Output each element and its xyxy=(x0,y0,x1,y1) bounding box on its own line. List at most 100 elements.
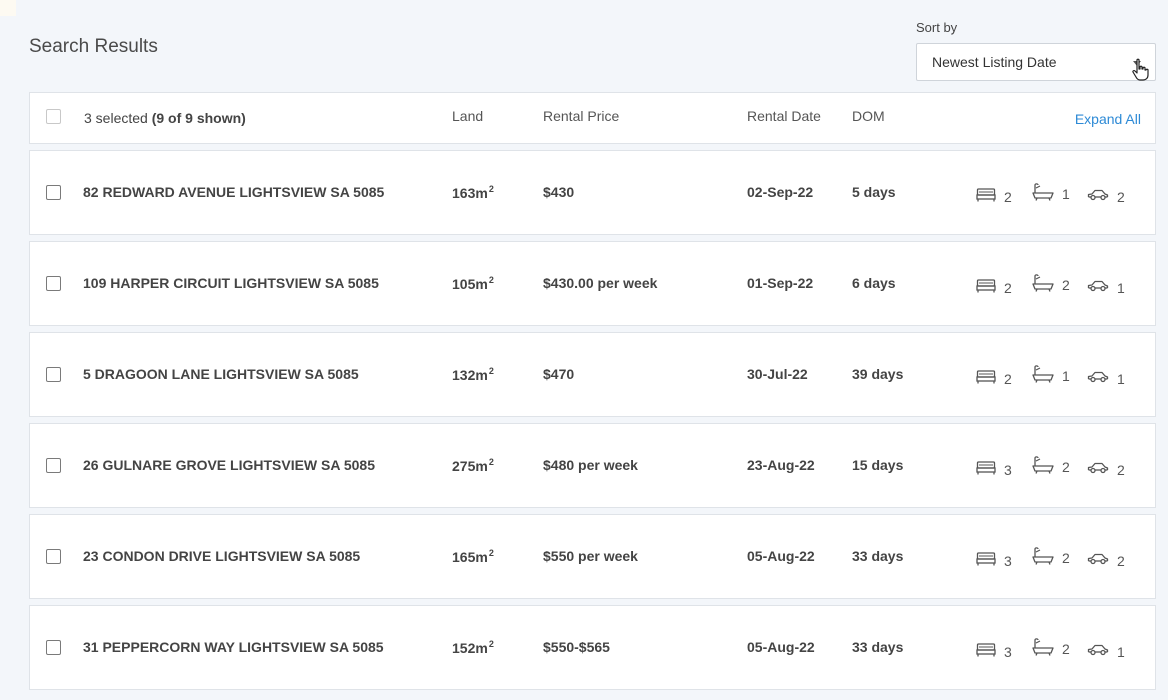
row-rental-price: $550 per week xyxy=(543,548,638,564)
table-row[interactable]: 23 CONDON DRIVE LIGHTSVIEW SA 5085 165m2… xyxy=(29,514,1156,599)
bath-feature: 1 xyxy=(1032,182,1070,202)
row-land-unit-sup: 2 xyxy=(488,548,494,558)
row-rental-date: 01-Sep-22 xyxy=(747,275,814,291)
row-dom: 39 days xyxy=(852,366,904,382)
row-land: 152m2 xyxy=(452,639,494,656)
car-count: 2 xyxy=(1117,553,1125,569)
shown-count-text: (9 of 9 shown) xyxy=(151,110,246,126)
row-rental-price: $470 xyxy=(543,366,575,382)
row-rental-price: $550-$565 xyxy=(543,639,610,655)
selected-count: 3 selected (9 of 9 shown) xyxy=(84,110,246,126)
row-address[interactable]: 5 DRAGOON LANE LIGHTSVIEW SA 5085 xyxy=(83,366,359,382)
corner-mark xyxy=(0,0,16,16)
column-header-dom[interactable]: DOM xyxy=(852,108,885,124)
bath-feature: 1 xyxy=(1032,364,1070,384)
row-dom: 6 days xyxy=(852,275,896,291)
row-rental-date: 30-Jul-22 xyxy=(747,366,808,382)
car-feature: 1 xyxy=(1087,367,1125,387)
row-address[interactable]: 109 HARPER CIRCUIT LIGHTSVIEW SA 5085 xyxy=(83,275,379,291)
row-dom: 15 days xyxy=(852,457,904,473)
row-rental-price: $430 xyxy=(543,184,575,200)
bath-feature: 2 xyxy=(1032,273,1070,293)
row-land-unit-sup: 2 xyxy=(488,184,494,194)
car-icon xyxy=(1087,371,1109,383)
table-row[interactable]: 31 PEPPERCORN WAY LIGHTSVIEW SA 5085 152… xyxy=(29,605,1156,690)
table-row[interactable]: 82 REDWARD AVENUE LIGHTSVIEW SA 5085 163… xyxy=(29,150,1156,235)
bath-count: 2 xyxy=(1062,641,1070,657)
row-checkbox[interactable] xyxy=(46,367,61,382)
row-rental-date: 02-Sep-22 xyxy=(747,184,814,200)
row-land-unit-sup: 2 xyxy=(488,457,494,467)
bed-count: 3 xyxy=(1004,553,1012,569)
results-header: 3 selected (9 of 9 shown) Land Rental Pr… xyxy=(29,92,1156,144)
bed-count: 3 xyxy=(1004,462,1012,478)
bath-count: 2 xyxy=(1062,550,1070,566)
bed-feature: 2 xyxy=(976,276,1012,296)
bath-count: 1 xyxy=(1062,186,1070,202)
sort-label: Sort by xyxy=(916,20,958,35)
hand-cursor-icon xyxy=(1132,58,1149,81)
row-address[interactable]: 31 PEPPERCORN WAY LIGHTSVIEW SA 5085 xyxy=(83,639,384,655)
car-icon xyxy=(1087,280,1109,292)
bath-icon xyxy=(1032,456,1054,474)
bath-count: 2 xyxy=(1062,277,1070,293)
car-icon xyxy=(1087,462,1109,474)
row-land-value: 275m xyxy=(452,458,488,474)
car-icon xyxy=(1087,644,1109,656)
bed-icon xyxy=(976,370,996,384)
bath-count: 2 xyxy=(1062,459,1070,475)
row-checkbox[interactable] xyxy=(46,185,61,200)
bed-feature: 3 xyxy=(976,640,1012,660)
row-rental-price: $480 per week xyxy=(543,457,638,473)
bed-feature: 3 xyxy=(976,549,1012,569)
car-feature: 2 xyxy=(1087,458,1125,478)
car-icon xyxy=(1087,553,1109,565)
row-land: 165m2 xyxy=(452,548,494,565)
row-checkbox[interactable] xyxy=(46,549,61,564)
row-checkbox[interactable] xyxy=(46,276,61,291)
bath-icon xyxy=(1032,638,1054,656)
bed-feature: 2 xyxy=(976,185,1012,205)
bed-icon xyxy=(976,643,996,657)
row-land-value: 105m xyxy=(452,276,488,292)
sort-select-value: Newest Listing Date xyxy=(932,54,1057,70)
sort-select[interactable]: Newest Listing Date xyxy=(916,43,1156,81)
row-rental-date: 23-Aug-22 xyxy=(747,457,815,473)
row-land-value: 132m xyxy=(452,367,488,383)
select-all-checkbox[interactable] xyxy=(46,109,61,124)
column-header-rental-price[interactable]: Rental Price xyxy=(543,108,619,124)
table-row[interactable]: 5 DRAGOON LANE LIGHTSVIEW SA 5085 132m2 … xyxy=(29,332,1156,417)
row-rental-date: 05-Aug-22 xyxy=(747,548,815,564)
bed-icon xyxy=(976,279,996,293)
row-land: 275m2 xyxy=(452,457,494,474)
table-row[interactable]: 26 GULNARE GROVE LIGHTSVIEW SA 5085 275m… xyxy=(29,423,1156,508)
bath-count: 1 xyxy=(1062,368,1070,384)
column-header-rental-date[interactable]: Rental Date xyxy=(747,108,821,124)
row-land-value: 163m xyxy=(452,185,488,201)
row-address[interactable]: 26 GULNARE GROVE LIGHTSVIEW SA 5085 xyxy=(83,457,375,473)
row-dom: 33 days xyxy=(852,639,904,655)
row-checkbox[interactable] xyxy=(46,458,61,473)
car-count: 1 xyxy=(1117,644,1125,660)
expand-all-link[interactable]: Expand All xyxy=(1075,111,1141,127)
column-header-land[interactable]: Land xyxy=(452,108,483,124)
row-checkbox[interactable] xyxy=(46,640,61,655)
selected-count-text: 3 selected xyxy=(84,110,148,126)
row-land-unit-sup: 2 xyxy=(488,366,494,376)
bath-icon xyxy=(1032,183,1054,201)
table-row[interactable]: 109 HARPER CIRCUIT LIGHTSVIEW SA 5085 10… xyxy=(29,241,1156,326)
bath-feature: 2 xyxy=(1032,455,1070,475)
bed-icon xyxy=(976,552,996,566)
bed-count: 2 xyxy=(1004,280,1012,296)
row-land-unit-sup: 2 xyxy=(488,275,494,285)
page-title: Search Results xyxy=(29,36,158,57)
bed-feature: 2 xyxy=(976,367,1012,387)
row-land: 105m2 xyxy=(452,275,494,292)
bed-count: 2 xyxy=(1004,189,1012,205)
row-address[interactable]: 82 REDWARD AVENUE LIGHTSVIEW SA 5085 xyxy=(83,184,384,200)
bath-feature: 2 xyxy=(1032,546,1070,566)
row-address[interactable]: 23 CONDON DRIVE LIGHTSVIEW SA 5085 xyxy=(83,548,360,564)
row-land-value: 165m xyxy=(452,549,488,565)
bath-icon xyxy=(1032,274,1054,292)
row-land: 132m2 xyxy=(452,366,494,383)
